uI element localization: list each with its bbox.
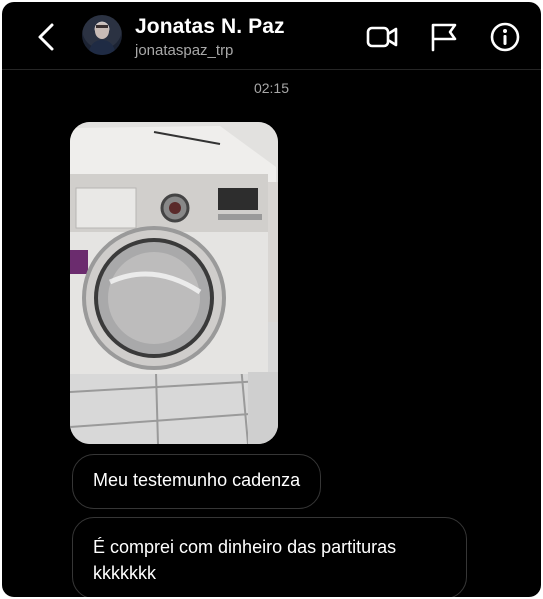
back-arrow-icon[interactable] — [32, 22, 60, 52]
chat-window: Jonatas N. Paz jonataspaz_trp 02:15 Meu … — [2, 2, 541, 597]
message-timestamp: 02:15 — [253, 80, 290, 96]
video-call-icon[interactable] — [365, 21, 399, 53]
washing-machine-photo — [70, 122, 278, 444]
contact-username: jonataspaz_trp — [135, 42, 234, 59]
message-text-line: kkkkkkk — [93, 563, 156, 583]
image-message[interactable] — [70, 122, 278, 444]
message-text: Meu testemunho cadenza — [93, 470, 301, 490]
avatar-icon — [88, 23, 116, 55]
avatar[interactable] — [82, 15, 122, 55]
chat-header: Jonatas N. Paz jonataspaz_trp — [2, 2, 541, 70]
message-text-line: É comprei com dinheiro das partituras — [93, 537, 397, 557]
contact-name[interactable]: Jonatas N. Paz — [135, 15, 285, 39]
message-bubble[interactable]: É comprei com dinheiro das partituras kk… — [72, 517, 467, 597]
info-icon[interactable] — [488, 21, 522, 53]
message-bubble[interactable]: Meu testemunho cadenza — [72, 454, 322, 509]
flag-icon[interactable] — [427, 21, 461, 53]
